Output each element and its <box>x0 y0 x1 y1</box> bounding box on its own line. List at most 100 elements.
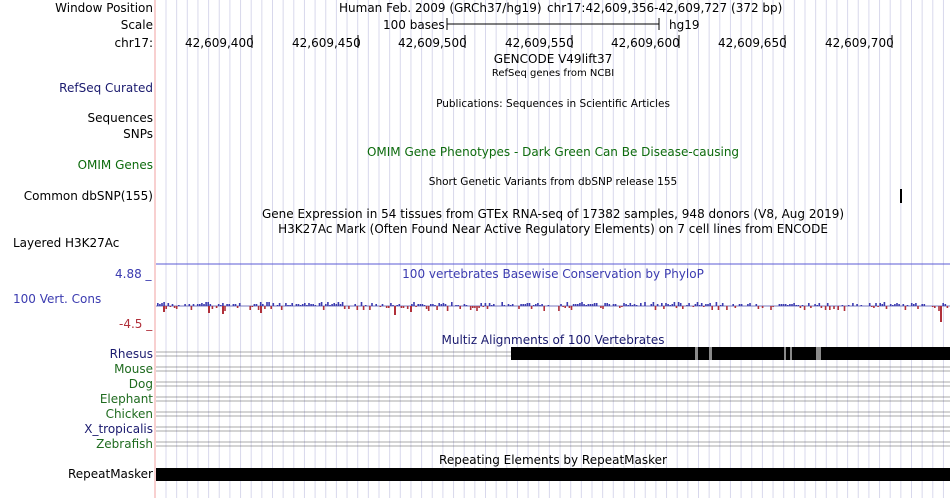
species-label-dog[interactable]: Dog <box>129 377 153 391</box>
sequences-track-label[interactable]: Sequences <box>88 111 153 125</box>
refseq-track-label[interactable]: RefSeq Curated <box>59 81 153 95</box>
conservation-bar <box>931 306 934 307</box>
conservation-bar <box>852 303 854 306</box>
repeatmasker-track-label[interactable]: RepeatMasker <box>68 467 153 481</box>
conservation-bar <box>824 306 827 310</box>
conservation-bar <box>934 306 936 308</box>
alignment-gap <box>790 347 792 360</box>
conservation-bar <box>472 306 474 308</box>
species-label-elephant[interactable]: Elephant <box>100 392 153 406</box>
scale-bar <box>446 18 660 30</box>
conservation-bar <box>677 302 680 306</box>
conservation-bar <box>406 306 409 309</box>
conservation-bar <box>322 306 325 310</box>
position-text[interactable]: chr17:42,609,356-42,609,727 (372 bp) <box>547 1 782 15</box>
conservation-bar <box>633 304 636 306</box>
conservation-bar <box>885 306 888 309</box>
conservation-bar <box>795 305 797 306</box>
conservation-bar <box>942 303 944 306</box>
conservation-bar <box>488 303 491 306</box>
conservation-bar <box>757 306 760 309</box>
conservation-bar <box>879 303 881 306</box>
conservation-bar <box>526 303 529 306</box>
conservation-bar <box>894 304 896 306</box>
conservation-bar <box>188 304 191 306</box>
conservation-bar <box>665 303 667 306</box>
conservation-bar <box>579 303 581 306</box>
conservation-bar <box>593 303 596 306</box>
publications-track-title: Publications: Sequences in Scientific Ar… <box>436 98 670 110</box>
conservation-bar <box>772 306 774 307</box>
omim-track-label[interactable]: OMIM Genes <box>78 158 153 172</box>
conservation-bar <box>308 303 310 306</box>
conservation-bar <box>652 302 655 306</box>
snps-track-label[interactable]: SNPs <box>123 127 153 141</box>
conservation-bar <box>938 306 940 311</box>
conservation-bar <box>371 303 373 306</box>
conservation-bar <box>600 306 602 308</box>
conservation-bar <box>910 303 913 306</box>
dbsnp-track-label[interactable]: Common dbSNP(155) <box>24 189 153 203</box>
conservation-track-label[interactable]: 100 Vert. Cons <box>13 292 101 306</box>
conservation-bar <box>215 306 218 308</box>
conservation-bar <box>705 304 707 306</box>
conservation-bar <box>749 303 751 306</box>
conservation-bar <box>157 303 159 306</box>
species-label-chicken[interactable]: Chicken <box>106 407 153 421</box>
conservation-bar <box>421 304 424 306</box>
conservation-bar <box>814 304 816 306</box>
conservation-bar <box>715 302 718 306</box>
conservation-bar <box>898 304 900 306</box>
conservation-bar <box>902 304 905 306</box>
conservation-bar <box>686 305 688 306</box>
conservation-bar <box>251 306 254 307</box>
conservation-bar <box>913 304 915 306</box>
ruler-tick-label: 42,609,550 <box>505 36 574 50</box>
conservation-bar <box>175 306 178 309</box>
conservation-bar <box>234 304 237 306</box>
conservation-bar <box>388 306 390 308</box>
multiz-alignment-rows <box>156 347 950 447</box>
conservation-min-label: -4.5 _ <box>119 317 153 331</box>
ruler-tick-label: 42,609,700 <box>825 36 894 50</box>
species-label-zebrafish[interactable]: Zebrafish <box>96 437 153 451</box>
conservation-bar <box>732 304 734 306</box>
conservation-bar <box>423 305 426 306</box>
conservation-track-title: 100 vertebrates Basewise Conservation by… <box>402 267 704 281</box>
gencode-track-title[interactable]: GENCODE V49lift37 <box>156 52 950 66</box>
conservation-bar <box>799 306 802 308</box>
species-label-rhesus[interactable]: Rhesus <box>110 347 153 361</box>
conservation-bar <box>375 304 377 306</box>
conservation-bar <box>703 306 705 307</box>
conservation-bar <box>262 304 264 306</box>
conservation-bar <box>432 304 434 306</box>
conservation-bar <box>268 302 270 306</box>
conservation-bar <box>507 304 510 306</box>
conservation-bar <box>591 304 594 306</box>
conservation-bar <box>946 306 949 308</box>
dbsnp-variant-mark <box>900 189 902 203</box>
conservation-bar <box>398 304 401 306</box>
conservation-bar <box>589 304 592 306</box>
conservation-bar <box>787 305 789 306</box>
scale-bar-label: 100 bases <box>383 18 445 32</box>
conservation-bar <box>255 304 258 306</box>
conservation-bar <box>339 304 342 306</box>
conservation-bar <box>163 306 165 312</box>
conservation-bar <box>577 304 579 306</box>
species-label-x-tropicalis[interactable]: X_tropicalis <box>84 422 153 436</box>
conservation-bar <box>606 303 608 306</box>
conservation-bar <box>348 306 350 309</box>
h3k27ac-track-label[interactable]: Layered H3K27Ac <box>13 236 119 250</box>
conservation-bar <box>568 306 571 308</box>
conservation-bar <box>892 305 894 306</box>
conservation-bar <box>325 304 327 306</box>
conservation-bar <box>679 303 682 306</box>
conservation-bar <box>698 305 701 306</box>
assembly-text[interactable]: Human Feb. 2009 (GRCh37/hg19) <box>339 1 542 15</box>
conservation-bar <box>614 304 617 306</box>
conservation-bar <box>354 304 356 306</box>
species-label-mouse[interactable]: Mouse <box>114 362 153 376</box>
conservation-bar <box>782 304 785 306</box>
alignment-gap <box>784 347 786 360</box>
